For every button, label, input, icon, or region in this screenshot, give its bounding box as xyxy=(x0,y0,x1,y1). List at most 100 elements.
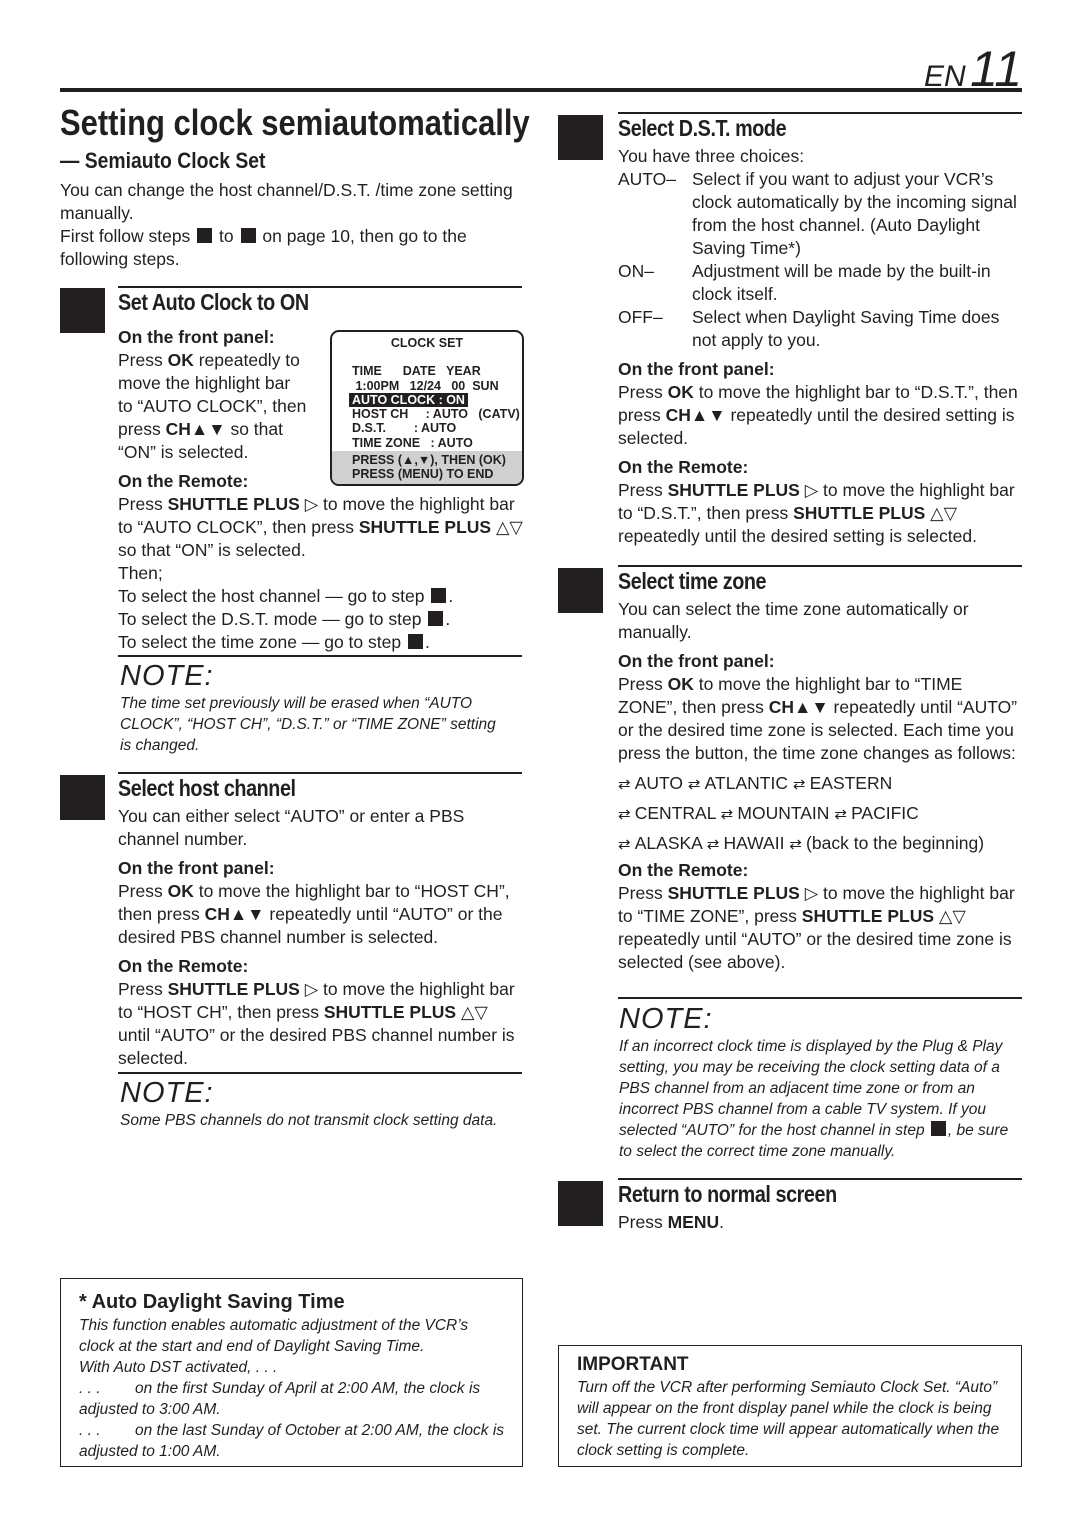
important-heading: IMPORTANT xyxy=(577,1354,689,1375)
text-run: Press xyxy=(118,881,168,901)
page-title: Setting clock semiautomatically xyxy=(60,102,530,143)
text-run: You can change the host channel/D.S.T. /… xyxy=(60,180,513,223)
bold-run: SHUTTLE PLUS xyxy=(323,1002,457,1022)
remote-text: Press SHUTTLE PLUS ▷ to move the highlig… xyxy=(618,479,1024,548)
time-zone-option: MOUNTAIN xyxy=(737,803,835,823)
goto-line: To select the host channel — go to step … xyxy=(118,585,524,608)
text-run: Press xyxy=(618,883,668,903)
cycle-arrows-icon: ⇄ xyxy=(834,806,852,823)
choice-off: OFF– Select when Daylight Saving Time doe… xyxy=(618,306,1024,352)
text-run: Press xyxy=(118,494,168,514)
step-square-icon xyxy=(428,611,444,626)
step-square-icon xyxy=(197,228,213,243)
step-2-intro: You can either select “AUTO” or enter a … xyxy=(118,806,465,849)
cycle-arrows-icon: ⇄ xyxy=(706,836,724,853)
time-zone-option: AUTO xyxy=(634,773,688,793)
text-run: First follow steps xyxy=(60,226,196,246)
zone-row: ⇄ AUTO ⇄ ATLANTIC ⇄ EASTERN xyxy=(618,769,1024,799)
time-zone-option: ALASKA xyxy=(634,833,707,853)
bold-run: SHUTTLE PLUS xyxy=(167,979,300,999)
time-zone-option: EASTERN xyxy=(809,773,893,793)
bold-run: SHUTTLE PLUS xyxy=(793,503,926,523)
cycle-arrows-icon: ⇄ xyxy=(789,836,807,853)
text-run: . xyxy=(719,1212,725,1232)
note-text: Some PBS channels do not transmit clock … xyxy=(120,1112,498,1129)
bold-run: OK xyxy=(167,881,194,901)
step-square-icon xyxy=(930,1121,946,1136)
time-zone-cycle: ⇄ AUTO ⇄ ATLANTIC ⇄ EASTERN ⇄ CENTRAL ⇄ … xyxy=(618,769,1024,859)
text-run: to xyxy=(214,226,239,246)
remote-label: On the Remote: xyxy=(618,457,749,477)
zone-row: ⇄ CENTRAL ⇄ MOUNTAIN ⇄ PACIFIC xyxy=(618,799,1024,829)
note-heading: NOTE: xyxy=(120,660,214,692)
front-panel-text: Press OK to move the highlight bar to “H… xyxy=(118,880,524,949)
step-3-marker xyxy=(558,115,603,160)
choice-key: AUTO– xyxy=(618,169,677,189)
front-panel-text: Press OK repeatedly to move the highligh… xyxy=(118,349,308,464)
important-text: Turn off the VCR after performing Semiau… xyxy=(577,1379,1000,1459)
choice-auto: AUTO– Select if you want to adjust your V… xyxy=(618,168,1024,260)
clock-instruction: PRESS (MENU) TO END xyxy=(352,467,494,482)
important-box: IMPORTANT Turn off the VCR after perform… xyxy=(558,1345,1022,1467)
step-rule xyxy=(118,772,522,774)
bold-run: MENU xyxy=(667,1212,720,1232)
auto-dst-box: * Auto Daylight Saving Time This functio… xyxy=(60,1278,523,1467)
note-rule xyxy=(118,655,522,657)
time-zone-option: HAWAII xyxy=(723,833,790,853)
auto-dst-text: With Auto DST activated, . . . xyxy=(79,1359,278,1376)
then-text: Then; xyxy=(118,563,163,583)
cycle-arrows-icon: ⇄ xyxy=(618,836,635,853)
step-4-heading: Select time zone xyxy=(618,568,767,594)
choice-key: OFF– xyxy=(618,307,663,327)
text-run: To select the time zone — go to step xyxy=(118,632,406,652)
bold-run: CH▲▼ xyxy=(768,697,829,717)
step-1-heading: Set Auto Clock to ON xyxy=(118,289,309,315)
header-rule xyxy=(60,88,1022,92)
bold-run: CH▲▼ xyxy=(204,904,265,924)
step-rule xyxy=(618,1178,1022,1180)
text-run: . xyxy=(448,586,454,606)
text-run: To select the host channel — go to step xyxy=(118,586,430,606)
clock-value-row: 1:00PM 12/24 00 SUN xyxy=(352,378,499,393)
step-rule xyxy=(618,112,1022,114)
note-heading: NOTE: xyxy=(120,1077,214,1109)
zone-row: ⇄ ALASKA ⇄ HAWAII ⇄ (back to the beginni… xyxy=(618,829,1024,859)
cycle-arrows-icon: ⇄ xyxy=(792,776,810,793)
bold-run: CH▲▼ xyxy=(165,419,226,439)
goto-line: To select the D.S.T. mode — go to step . xyxy=(118,608,524,631)
front-panel-label: On the front panel: xyxy=(618,651,775,671)
cycle-arrows-icon: ⇄ xyxy=(618,776,635,793)
choice-text: Adjustment will be made by the built-in … xyxy=(692,261,991,304)
bold-run: SHUTTLE PLUS xyxy=(667,480,800,500)
choice-text: Select if you want to adjust your VCR’s … xyxy=(692,169,1017,258)
bold-run: SHUTTLE PLUS xyxy=(358,517,492,537)
highlight-bar: AUTO CLOCK : ON xyxy=(349,392,468,408)
clock-set-display: CLOCK SET TIME DATE YEAR 1:00PM 12/24 00… xyxy=(330,330,524,486)
cycle-arrows-icon: ⇄ xyxy=(618,806,635,823)
step-rule xyxy=(618,565,1022,567)
bold-run: OK xyxy=(667,382,694,402)
front-panel-text: Press OK to move the highlight bar to “T… xyxy=(618,673,1024,765)
text-run: Press xyxy=(118,350,168,370)
time-zone-option: (back to the beginning) xyxy=(806,833,985,853)
clock-tz-row: TIME ZONE : AUTO xyxy=(352,435,473,450)
goto-line: To select the time zone — go to step . xyxy=(118,631,524,654)
auto-dst-text: This function enables automatic adjustme… xyxy=(79,1317,469,1355)
step-5-heading: Return to normal screen xyxy=(618,1181,837,1207)
note-text: The time set previously will be erased w… xyxy=(120,695,496,754)
clock-instruction: PRESS (▲,▼), THEN (OK) xyxy=(352,453,506,468)
text-run: . xyxy=(424,632,430,652)
front-panel-label: On the front panel: xyxy=(618,359,775,379)
text-run: Press xyxy=(618,674,668,694)
intro-para: First follow steps to on page 10, then g… xyxy=(60,225,530,271)
bold-run: CH▲▼ xyxy=(665,405,726,425)
auto-dst-heading: * Auto Daylight Saving Time xyxy=(79,1291,345,1313)
text-run: . xyxy=(445,609,451,629)
auto-dst-text: . . . on the first Sunday of April at 2:… xyxy=(79,1380,485,1418)
note-text: If an incorrect clock time is displayed … xyxy=(619,1036,1023,1162)
step-3-intro: You have three choices: xyxy=(618,146,805,166)
note-heading: NOTE: xyxy=(619,1003,713,1035)
step-2-heading: Select host channel xyxy=(118,775,296,801)
clock-title: CLOCK SET xyxy=(390,336,464,350)
step-square-icon xyxy=(431,588,447,603)
